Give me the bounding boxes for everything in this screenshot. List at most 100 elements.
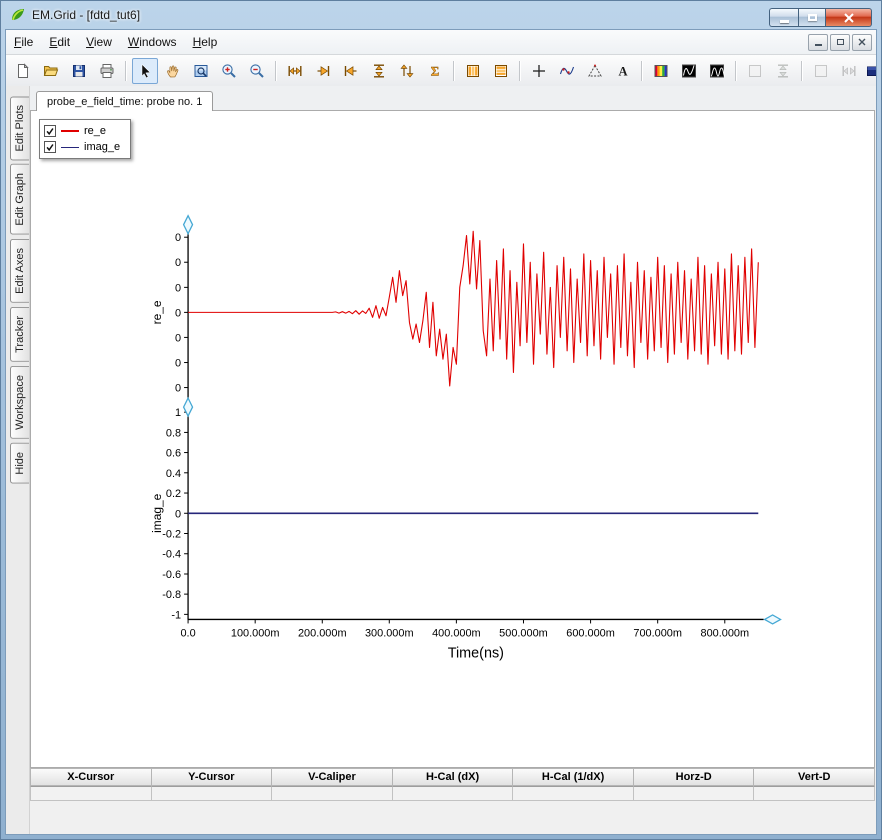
footer-col-h-cal-1-dx-: H-Cal (1/dX)	[513, 768, 634, 786]
cursor-icon	[137, 63, 153, 79]
legend-line-sample-re_e	[61, 130, 79, 132]
y-tick-label: 0.6	[166, 448, 181, 460]
menu-view[interactable]: View	[78, 32, 120, 52]
zoom-in-button[interactable]	[216, 58, 242, 84]
footer-value-cell	[634, 786, 755, 801]
pan-tool-button[interactable]	[160, 58, 186, 84]
document-tab-bar: probe_e_field_time: probe no. 1	[30, 86, 876, 110]
y-tick-label: 0	[175, 383, 181, 395]
open-button[interactable]	[38, 58, 64, 84]
fft1-icon	[681, 63, 697, 79]
delta-icon	[587, 63, 603, 79]
autoscale-button[interactable]: Σ	[422, 58, 448, 84]
zoom-out-button[interactable]	[244, 58, 270, 84]
legend-checkbox-imag_e[interactable]	[44, 141, 56, 153]
zoom-region-button[interactable]	[188, 58, 214, 84]
axis-handle-imag_e[interactable]	[184, 398, 193, 416]
footer-value-cell	[272, 786, 393, 801]
close-button[interactable]	[826, 8, 872, 27]
side-tab-workspace[interactable]: Workspace	[10, 366, 29, 439]
shift-left-button[interactable]	[338, 58, 364, 84]
axis-handle-x[interactable]	[765, 615, 781, 624]
data-columns-button[interactable]	[460, 58, 486, 84]
y-tick-label: 1	[175, 407, 181, 419]
y-tick-label: 0	[175, 332, 181, 344]
side-tab-tracker[interactable]: Tracker	[10, 307, 29, 362]
y-tick-label: 0	[175, 232, 181, 244]
menu-file[interactable]: File	[6, 32, 41, 52]
x-axis-title: Time(ns)	[448, 645, 504, 661]
add-text-button[interactable]: A	[610, 58, 636, 84]
footer-value-cell	[152, 786, 273, 801]
y-tick-label: -1	[171, 609, 181, 621]
print-button[interactable]	[94, 58, 120, 84]
fft-window-button[interactable]	[704, 58, 730, 84]
footer-value-cell	[30, 786, 152, 801]
layout-button[interactable]: Layout	[863, 58, 876, 84]
lock-vertical-button	[742, 58, 768, 84]
side-tab-edit-axes[interactable]: Edit Axes	[10, 239, 29, 303]
axis-handle-re_e[interactable]	[184, 216, 193, 234]
print-icon	[99, 63, 115, 79]
menu-help[interactable]: Help	[185, 32, 226, 52]
toolbar-separator	[519, 61, 521, 81]
color-map-button[interactable]	[648, 58, 674, 84]
updown-icon	[399, 63, 415, 79]
mdi-close-button[interactable]	[852, 34, 872, 51]
save-button[interactable]	[66, 58, 92, 84]
y-tick-label: 0.2	[166, 488, 181, 500]
hand-icon	[165, 63, 181, 79]
doc-tab-label: probe_e_field_time: probe no. 1	[47, 96, 202, 108]
fft-waveform-button[interactable]	[676, 58, 702, 84]
new-button[interactable]	[10, 58, 36, 84]
mdi-minimize-button[interactable]	[808, 34, 828, 51]
side-tab-hide[interactable]: Hide	[10, 443, 29, 484]
new-icon	[15, 63, 31, 79]
mdi-restore-button[interactable]	[830, 34, 850, 51]
side-tab-edit-plots[interactable]: Edit Plots	[10, 96, 29, 160]
fit-width-button[interactable]	[282, 58, 308, 84]
footer-col-vert-d: Vert-D	[754, 768, 875, 786]
main-area: probe_e_field_time: probe no. 1 0000000r…	[30, 86, 876, 834]
mdi-window-buttons	[808, 34, 876, 51]
cmap-icon	[653, 63, 669, 79]
menu-windows[interactable]: Windows	[120, 32, 185, 52]
footer-col-horz-d: Horz-D	[634, 768, 755, 786]
menu-edit[interactable]: Edit	[41, 32, 78, 52]
x-tick-label: 500.000m	[499, 627, 548, 639]
plot-svg[interactable]: 0000000re_e10.80.60.40.20-0.2-0.4-0.6-0.…	[31, 111, 874, 767]
select-tool-button[interactable]	[132, 58, 158, 84]
shift-right-button[interactable]	[310, 58, 336, 84]
y-tick-label: 0	[175, 282, 181, 294]
legend-label-imag_e: imag_e	[84, 141, 120, 153]
zoomin-icon	[221, 63, 237, 79]
plot-legend: re_eimag_e	[39, 119, 131, 159]
crosshair-button[interactable]	[526, 58, 552, 84]
data-rows-button[interactable]	[488, 58, 514, 84]
plot-canvas[interactable]: 0000000re_e10.80.60.40.20-0.2-0.4-0.6-0.…	[30, 110, 875, 768]
sigma-icon: Σ	[427, 63, 443, 79]
side-tab-edit-graph[interactable]: Edit Graph	[10, 164, 29, 235]
legend-row-imag_e: imag_e	[44, 139, 120, 155]
footer-col-h-cal-dx-: H-Cal (dX)	[393, 768, 514, 786]
tab-probe-e-field-time[interactable]: probe_e_field_time: probe no. 1	[36, 91, 213, 111]
y-tick-label: -0.2	[162, 528, 181, 540]
cross-icon	[531, 63, 547, 79]
y-tick-label: 0	[175, 257, 181, 269]
vertical-fit-button	[770, 58, 796, 84]
minimize-button[interactable]	[769, 8, 798, 27]
delta-marker-button[interactable]	[582, 58, 608, 84]
horizontal-fit-button	[836, 58, 862, 84]
toolbar-separator	[125, 61, 127, 81]
svg-text:Σ: Σ	[431, 64, 440, 79]
legend-checkbox-re_e[interactable]	[44, 125, 56, 137]
arrowl-icon	[343, 63, 359, 79]
fit-height-button[interactable]	[366, 58, 392, 84]
maximize-button[interactable]	[798, 8, 826, 27]
series-re_e	[188, 231, 758, 386]
textA-icon: A	[615, 63, 631, 79]
y-axis-title-imag_e: imag_e	[150, 493, 164, 533]
move-vertical-button[interactable]	[394, 58, 420, 84]
curve-markers-button[interactable]	[554, 58, 580, 84]
app-logo-icon	[9, 6, 27, 24]
